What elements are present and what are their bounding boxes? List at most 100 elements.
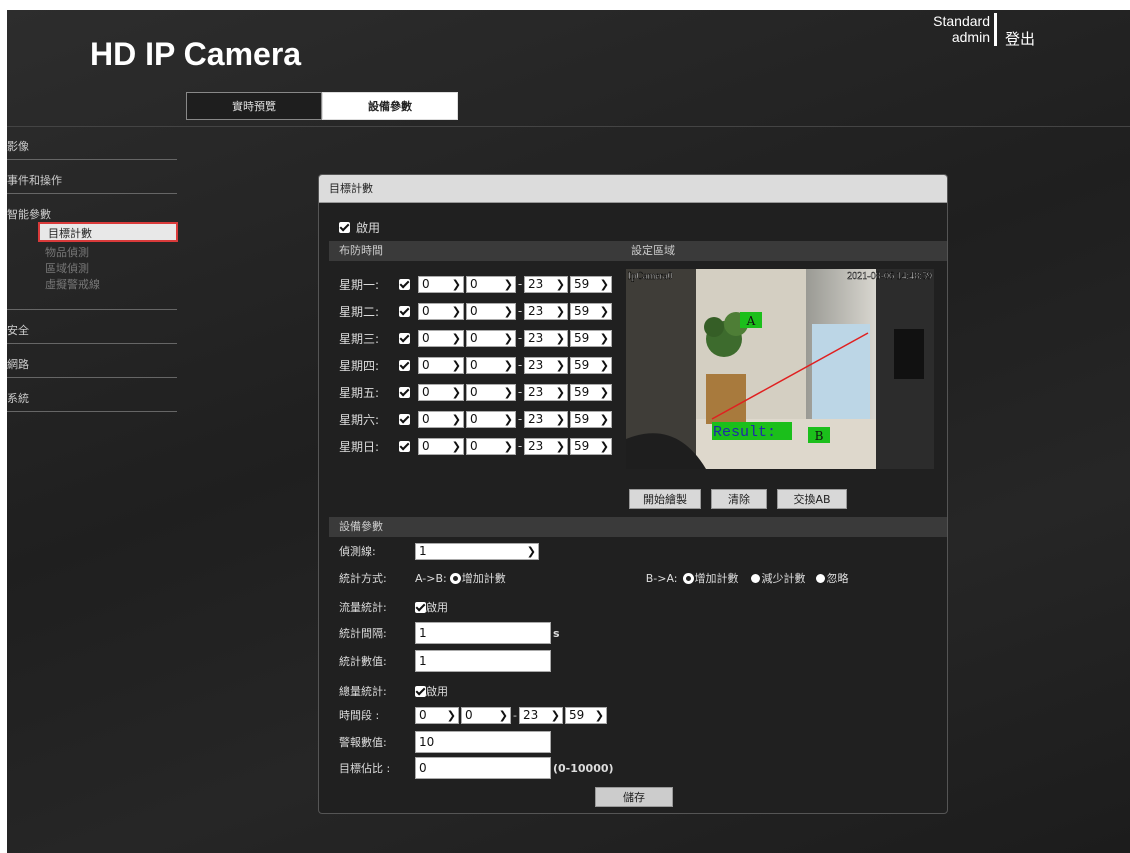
region-header: 設定區域 [621, 241, 947, 261]
start-minute-select[interactable]: 0 ❯ [466, 275, 516, 293]
start-hour-select[interactable]: 0 ❯ [418, 383, 464, 401]
period-end-minute-select[interactable]: 59 ❯ [565, 706, 607, 724]
sidebar-item-system[interactable]: 系統 [7, 378, 177, 412]
start-hour-select[interactable]: 0 ❯ [418, 329, 464, 347]
start-draw-button[interactable]: 開始繪製 [629, 489, 701, 509]
end-minute-select[interactable]: 59 ❯ [570, 302, 612, 320]
start-minute-select[interactable]: 0 ❯ [466, 302, 516, 320]
camera-preview[interactable]: A B Result: IpCamera0 2021-08-06 14:48:5… [626, 269, 934, 469]
end-hour-select[interactable]: 23 ❯ [524, 356, 568, 374]
chevron-down-icon: ❯ [555, 385, 565, 399]
chevron-down-icon: ❯ [451, 412, 461, 426]
save-button[interactable]: 儲存 [595, 787, 673, 807]
sidebar: 影像 事件和操作 智能參數 目標計數 物品偵測 區域偵測 虛擬警戒線 安全 網路… [7, 126, 178, 412]
day-checkbox[interactable] [399, 359, 410, 371]
target-count-panel: 目標計數 啟用 布防時間 設定區域 星期一: 0 ❯ 0 ❯ - 23 ❯ 59 ❯ 星… [318, 174, 948, 814]
ba-radio-decrease[interactable]: 減少計數 [750, 570, 806, 586]
sidebar-item-image[interactable]: 影像 [7, 126, 177, 160]
sidebar-subitem-target-count[interactable]: 目標計數 [38, 222, 178, 242]
end-hour-select[interactable]: 23 ❯ [524, 383, 568, 401]
chevron-down-icon: ❯ [555, 439, 565, 453]
chevron-down-icon: ❯ [503, 412, 513, 426]
chevron-down-icon: ❯ [599, 331, 609, 345]
start-minute-select[interactable]: 0 ❯ [466, 329, 516, 347]
period-start-minute-select[interactable]: 0 ❯ [461, 706, 511, 724]
end-hour-select[interactable]: 23 ❯ [524, 302, 568, 320]
chevron-down-icon: ❯ [599, 412, 609, 426]
total-checkbox[interactable] [415, 685, 426, 697]
alarm-label: 警報數值: [339, 736, 387, 749]
tab-device-params[interactable]: 設備參數 [322, 92, 458, 120]
schedule-row: 星期一: 0 ❯ 0 ❯ - 23 ❯ 59 ❯ [339, 274, 612, 294]
swap-ab-button[interactable]: 交換AB [777, 489, 847, 509]
total-label: 總量統計: [339, 685, 387, 698]
day-checkbox[interactable] [399, 413, 410, 425]
ab-label: A->B: [415, 571, 447, 585]
detect-line-select[interactable]: 1 ❯ [415, 542, 539, 560]
chevron-down-icon: ❯ [451, 358, 461, 372]
end-minute-select[interactable]: 59 ❯ [570, 383, 612, 401]
logout-link[interactable]: 登出 [1005, 28, 1035, 49]
chevron-down-icon: ❯ [503, 304, 513, 318]
flow-checkbox[interactable] [415, 601, 426, 613]
sidebar-subitem-virtual-fence[interactable]: 虛擬警戒線 [7, 277, 177, 293]
clear-button[interactable]: 清除 [711, 489, 767, 509]
day-checkbox[interactable] [399, 332, 410, 344]
ba-radio-increase[interactable]: 增加計數 [683, 570, 739, 586]
end-minute-select[interactable]: 59 ❯ [570, 437, 612, 455]
end-hour-select[interactable]: 23 ❯ [524, 437, 568, 455]
start-minute-select[interactable]: 0 ❯ [466, 356, 516, 374]
sidebar-item-security[interactable]: 安全 [7, 310, 177, 344]
day-checkbox[interactable] [399, 305, 410, 317]
end-hour-select[interactable]: 23 ❯ [524, 410, 568, 428]
start-hour-select[interactable]: 0 ❯ [418, 437, 464, 455]
ba-label: B->A: [645, 571, 678, 585]
chevron-down-icon: ❯ [594, 708, 604, 722]
chevron-down-icon: ❯ [555, 412, 565, 426]
ratio-input[interactable]: 0 [415, 757, 551, 779]
range-dash: - [517, 277, 523, 291]
ba-radio-ignore[interactable]: 忽略 [815, 570, 849, 586]
start-hour-select[interactable]: 0 ❯ [418, 275, 464, 293]
period-end-hour-select[interactable]: 23 ❯ [519, 706, 563, 724]
sidebar-item-events[interactable]: 事件和操作 [7, 160, 177, 194]
day-label: 星期三: [339, 331, 380, 346]
start-minute-select[interactable]: 0 ❯ [466, 437, 516, 455]
ab-radio-increase[interactable]: 增加計數 [450, 570, 506, 586]
period-start-hour-select[interactable]: 0 ❯ [415, 706, 459, 724]
sidebar-subitem-object-detect[interactable]: 物品偵測 [7, 245, 177, 261]
flow-label: 流量統計: [339, 601, 387, 614]
end-hour-select[interactable]: 23 ❯ [524, 329, 568, 347]
sidebar-item-label: 網路 [7, 358, 29, 371]
period-row: 時間段 : 0 ❯ 0 ❯ - 23 ❯ 59 ❯ [339, 705, 607, 725]
end-minute-select[interactable]: 59 ❯ [570, 275, 612, 293]
start-minute-select[interactable]: 0 ❯ [466, 410, 516, 428]
tab-live-preview[interactable]: 實時預覽 [186, 92, 322, 120]
interval-input[interactable]: 1 [415, 622, 551, 644]
end-minute-select[interactable]: 59 ❯ [570, 410, 612, 428]
enable-checkbox[interactable] [339, 222, 350, 233]
chevron-down-icon: ❯ [503, 439, 513, 453]
start-hour-select[interactable]: 0 ❯ [418, 302, 464, 320]
alarm-input[interactable]: 10 [415, 731, 551, 753]
sidebar-item-network[interactable]: 網路 [7, 344, 177, 378]
day-checkbox[interactable] [399, 278, 410, 290]
end-hour-select[interactable]: 23 ❯ [524, 275, 568, 293]
count-value-input[interactable]: 1 [415, 650, 551, 672]
day-checkbox[interactable] [399, 440, 410, 452]
day-checkbox[interactable] [399, 386, 410, 398]
overlay-camera-name: IpCamera0 [628, 271, 672, 282]
interval-row: 統計間隔: 1 s [339, 622, 560, 644]
sidebar-subitem-region-detect[interactable]: 區域偵測 [7, 261, 177, 277]
start-hour-select[interactable]: 0 ❯ [418, 410, 464, 428]
end-minute-select[interactable]: 59 ❯ [570, 329, 612, 347]
chevron-down-icon: ❯ [498, 708, 508, 722]
main-tabs: 實時預覽 設備參數 [186, 92, 458, 120]
range-dash: - [517, 331, 523, 345]
chevron-down-icon: ❯ [446, 708, 456, 722]
end-minute-select[interactable]: 59 ❯ [570, 356, 612, 374]
start-minute-select[interactable]: 0 ❯ [466, 383, 516, 401]
start-hour-select[interactable]: 0 ❯ [418, 356, 464, 374]
sidebar-item-smart-params[interactable]: 智能參數 目標計數 物品偵測 區域偵測 虛擬警戒線 [7, 194, 178, 310]
schedule-row: 星期五: 0 ❯ 0 ❯ - 23 ❯ 59 ❯ [339, 382, 612, 402]
